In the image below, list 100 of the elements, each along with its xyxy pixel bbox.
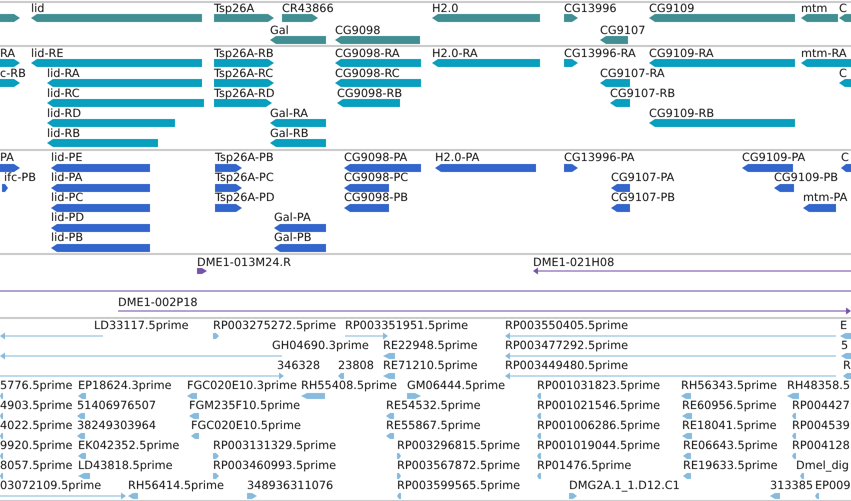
feature-label: lid [31,2,44,15]
feature-label: CG9098-RA [335,47,400,60]
feature-label: ifc-PB [4,171,36,184]
feature-label: lid-PE [51,151,82,164]
feature-label: RH56414.5prime [128,479,224,492]
feature-label: c-RB [0,67,26,80]
feature-label: LD43818.5prime [78,459,173,472]
feature-label: 5776.5prime [0,379,72,392]
feature-label: RP003567872.5prime [397,459,520,472]
feature-label: 23808 [338,359,374,372]
feature-label: DME1-002P18 [118,296,198,309]
feature-label: RP003351951.5prime [345,319,468,332]
feature-label: Tsp26A-RD [214,87,275,100]
feature-label: Tsp26A-PC [215,171,274,184]
feature-label: 5 [841,339,848,352]
feature-label: FGC020E10.3prime [187,379,297,392]
feature-label: lid-RE [31,47,64,60]
feature-label: RH48358.5 [787,379,850,392]
feature-label: CG9098-PB [344,191,408,204]
feature-label: RE19633.5prime [683,459,778,472]
feature-label: RP004128 [792,439,850,452]
feature-label: 4022.5prime [0,419,72,432]
feature-label: H2.0 [432,2,458,15]
feature-label: CG9098-RB [337,87,402,100]
feature-label: EP18624.3prime [78,379,172,392]
feature-label: Gal [270,24,289,37]
feature-label: RP003477292.5prime [505,339,628,352]
feature-label: DME1-021H08 [533,256,614,269]
feature-label: RE55867.5prime [386,419,481,432]
feature-label: GH04690.3prime [272,339,369,352]
feature-label: CG9098 [335,24,380,37]
feature-label: RP003599565.5prime [397,479,520,492]
feature-label: RE54532.5prime [386,399,481,412]
feature-label: RP003275272.5prime [213,319,336,332]
feature-label: RP001019044.5prime [537,439,660,452]
feature-label: CG9098-PC [344,171,408,184]
feature-label: RE60956.5prime [682,399,777,412]
feature-label: GM06444.5prime [407,379,506,392]
feature-label: RP004539 [792,419,850,432]
feature-label: CG13996-RA [564,47,636,60]
feature-label: EP009 [815,479,851,492]
feature-label: RP001006286.5prime [537,419,660,432]
feature-label: CG9109-PB [774,171,838,184]
feature-label: 346328 [277,359,320,372]
feature-label: DMG2A.1_1.D12.C1 [569,479,680,492]
feature-label: RH56343.5prime [681,379,777,392]
feature-label: CG9109 [649,2,694,15]
feature-label: RP001021546.5prime [537,399,660,412]
feature-label: lid-RC [47,87,80,100]
feature-label: 4903.5prime [0,399,72,412]
feature-label: Gal-RA [270,107,308,120]
feature-label: 9920.5prime [0,439,72,452]
feature-label: C [839,67,847,80]
feature-label: RE71210.5prime [383,359,478,372]
feature-label: RP003449480.5prime [505,359,628,372]
feature-label: RE22948.5prime [383,339,478,352]
feature-label: mtm-RA [801,47,847,60]
feature-label: CG9107-PB [611,191,676,204]
feature-label: H2.0-RA [432,47,478,60]
feature-label: RP01476.5prime [537,459,632,472]
feature-label: lid-PD [51,211,84,224]
feature-label: H2.0-PA [435,151,480,164]
feature-label: 313385 [770,479,814,492]
feature-label: FGM235F10.5prime [189,399,300,412]
feature-label: RE18041.5prime [682,419,777,432]
feature-label: lid-RB [47,127,80,140]
feature-label: Tsp26A-RC [214,67,274,80]
feature-label: RP003550405.5prime [505,319,628,332]
feature-label: 348936311076 [247,479,334,492]
feature-label: DME1-013M24.R [197,256,291,269]
feature-label: lid-RA [47,67,80,80]
feature-label: CG9109-PA [742,151,806,164]
feature-label: 03072109.5prime [0,479,102,492]
feature-label: 51406976507 [77,399,156,412]
feature-label: Tsp26A [214,2,254,15]
feature-label: LD33117.5prime [94,319,189,332]
feature-label: RP003131329.5prime [213,439,336,452]
feature-label: RP004427 [792,399,850,412]
feature-label: E [840,319,848,332]
feature-label: Gal-PA [274,211,311,224]
feature-label: Gal-RB [270,127,308,140]
feature-label: CG9107 [600,24,646,37]
feature-label: CG13996 [564,2,617,15]
feature-label: FGC020E10.5prime [191,419,301,432]
feature-label: RA [0,47,16,60]
feature-label: C [839,2,847,15]
feature-label: CG9098-PA [344,151,408,164]
feature-label: RP003296815.5prime [397,439,520,452]
feature-label: PA [0,151,14,164]
feature-label: lid-PB [51,231,84,244]
feature-label: 8057.5prime [0,459,72,472]
feature-label: RP001031823.5prime [537,379,660,392]
feature-label: CG13996-PA [564,151,634,164]
feature-label: lid-PC [51,191,84,204]
feature-label: CG9107-RA [600,67,665,80]
feature-label: CR43866 [282,2,334,15]
feature-label: CG9107-RB [610,87,676,100]
feature-label: lid-RD [47,107,82,120]
feature-label: CG9107-PA [611,171,674,184]
feature-label: Tsp26A-PB [215,151,274,164]
